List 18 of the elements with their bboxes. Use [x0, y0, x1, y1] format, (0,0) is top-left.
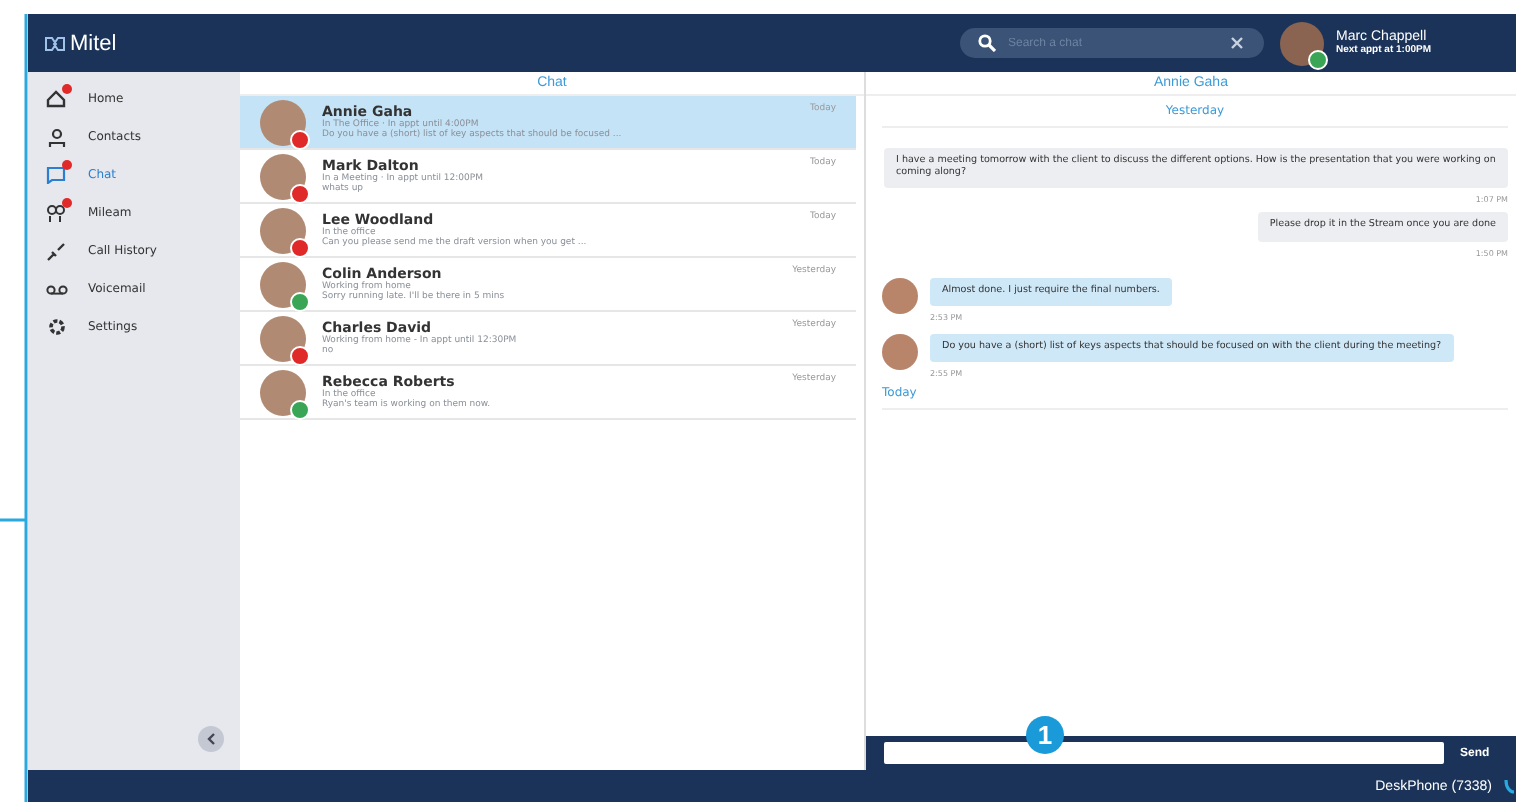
logo-icon [44, 35, 66, 51]
avatar [882, 277, 918, 314]
clear-icon[interactable] [1230, 36, 1244, 50]
collapse-button[interactable] [198, 726, 224, 752]
message-input[interactable] [884, 742, 1444, 764]
chat-icon [45, 166, 67, 184]
team-icon [45, 203, 67, 223]
logo-text: Mitel [70, 31, 117, 55]
voicemail-icon [45, 283, 67, 295]
home-icon [45, 90, 67, 108]
chevron-left-icon [206, 732, 216, 746]
avatar [882, 333, 918, 370]
settings-icon [47, 318, 65, 336]
search-icon [978, 34, 996, 52]
phone-arrow-icon [46, 241, 66, 261]
phone-icon [1504, 778, 1516, 794]
person-icon [47, 127, 65, 147]
callout-number: 1 [1026, 716, 1064, 754]
